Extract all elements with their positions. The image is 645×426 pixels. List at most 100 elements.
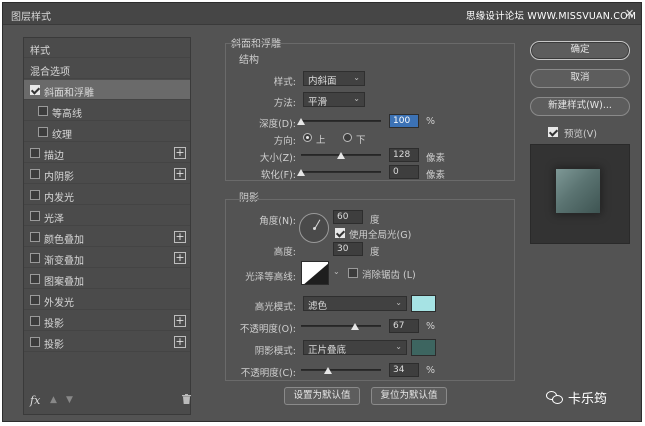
highlight-mode-select[interactable]: 滤色 ⌄	[303, 296, 407, 312]
angle-dial-center	[313, 227, 316, 230]
technique-select[interactable]: 平滑 ⌄	[303, 92, 365, 108]
shadow-mode-select[interactable]: 正片叠底 ⌄	[303, 340, 407, 356]
texture-checkbox[interactable]	[38, 127, 48, 137]
sidebar-item-label: 纹理	[52, 130, 72, 141]
add-inner-shadow-icon[interactable]: +	[174, 168, 186, 180]
soften-slider-track[interactable]	[301, 171, 381, 173]
color-overlay-checkbox[interactable]	[30, 232, 40, 242]
gloss-contour-preview[interactable]	[301, 261, 329, 285]
drop-shadow-2-checkbox[interactable]	[30, 337, 40, 347]
sidebar-item-inner-shadow[interactable]: 内阴影 +	[24, 164, 190, 184]
reset-default-button[interactable]: 复位为默认值	[371, 387, 447, 405]
sidebar-item-label: 斜面和浮雕	[44, 88, 94, 99]
dialog-title: 图层样式	[11, 12, 51, 23]
brand-mark: 卡乐筠	[546, 388, 607, 407]
sidebar-item-bevel-emboss[interactable]: 斜面和浮雕	[24, 80, 190, 100]
structure-title: 结构	[239, 55, 259, 66]
antialias-checkbox[interactable]	[348, 268, 358, 278]
sidebar-item-label: 内发光	[44, 193, 74, 204]
new-style-button[interactable]: 新建样式(W)...	[530, 97, 630, 116]
sidebar-item-label: 光泽	[44, 214, 64, 225]
cancel-button[interactable]: 取消	[530, 69, 630, 88]
global-light-checkbox[interactable]	[335, 228, 345, 238]
contour-checkbox[interactable]	[38, 106, 48, 116]
direction-down-label: 下	[356, 135, 366, 146]
direction-up-radio[interactable]	[303, 133, 312, 142]
direction-up-label: 上	[316, 135, 326, 146]
angle-dial[interactable]	[299, 213, 329, 243]
style-label: 样式:	[273, 77, 296, 88]
style-select[interactable]: 内斜面 ⌄	[303, 71, 365, 87]
highlight-opacity-input[interactable]: 67	[389, 319, 419, 333]
shadow-opacity-track[interactable]	[301, 369, 381, 371]
sidebar-item-outer-glow[interactable]: 外发光	[24, 290, 190, 310]
move-down-icon[interactable]: ▼	[66, 395, 73, 405]
gradient-overlay-checkbox[interactable]	[30, 253, 40, 263]
sidebar-item-pattern-overlay[interactable]: 图案叠加	[24, 269, 190, 289]
depth-slider-track[interactable]	[301, 120, 381, 122]
soften-unit: 像素	[426, 170, 446, 181]
bevel-emboss-checkbox[interactable]	[30, 85, 40, 95]
sidebar-item-drop-shadow-2[interactable]: 投影 +	[24, 332, 190, 352]
antialias-label: 消除锯齿 (L)	[362, 270, 416, 281]
size-input[interactable]: 128	[389, 148, 419, 162]
highlight-opacity-thumb[interactable]	[350, 323, 359, 330]
highlight-opacity-track[interactable]	[301, 325, 381, 327]
sidebar-item-color-overlay[interactable]: 颜色叠加 +	[24, 227, 190, 247]
drop-shadow-checkbox[interactable]	[30, 316, 40, 326]
highlight-color-swatch[interactable]	[411, 295, 436, 312]
soften-input[interactable]: 0	[389, 165, 419, 179]
add-gradient-overlay-icon[interactable]: +	[174, 252, 186, 264]
direction-down-radio[interactable]	[343, 133, 352, 142]
sidebar-item-texture[interactable]: 纹理	[24, 122, 190, 142]
watermark-text: 思缘设计论坛 WWW.MISSVUAN.COM	[466, 11, 637, 22]
add-drop-shadow-2-icon[interactable]: +	[174, 336, 186, 348]
sidebar-item-gradient-overlay[interactable]: 渐变叠加 +	[24, 248, 190, 268]
sidebar-item-contour[interactable]: 等高线	[24, 101, 190, 121]
sidebar-item-satin[interactable]: 光泽	[24, 206, 190, 226]
add-stroke-icon[interactable]: +	[174, 147, 186, 159]
angle-input[interactable]: 60	[333, 210, 363, 224]
highlight-mode-label: 高光模式:	[254, 302, 296, 313]
stroke-checkbox[interactable]	[30, 148, 40, 158]
soften-slider-thumb[interactable]	[297, 169, 305, 176]
sidebar-item-blending-options[interactable]: 混合选项	[24, 59, 190, 79]
add-drop-shadow-icon[interactable]: +	[174, 315, 186, 327]
shadow-opacity-label: 不透明度(C):	[240, 368, 296, 379]
sidebar-item-drop-shadow[interactable]: 投影 +	[24, 311, 190, 331]
shadow-opacity-input[interactable]: 34	[389, 363, 419, 377]
chevron-down-icon[interactable]: ⌄	[333, 267, 340, 276]
sidebar-item-inner-glow[interactable]: 内发光	[24, 185, 190, 205]
satin-checkbox[interactable]	[30, 211, 40, 221]
add-color-overlay-icon[interactable]: +	[174, 231, 186, 243]
preview-checkbox[interactable]	[548, 127, 558, 137]
depth-input[interactable]: 100	[389, 114, 419, 128]
preview-label: 预览(V)	[564, 129, 597, 140]
gloss-contour-label: 光泽等高线:	[245, 272, 296, 283]
trash-icon[interactable]	[182, 394, 191, 407]
direction-label: 方向:	[273, 136, 296, 147]
chevron-down-icon: ⌄	[395, 342, 402, 351]
pattern-overlay-checkbox[interactable]	[30, 274, 40, 284]
move-up-icon[interactable]: ▲	[50, 395, 57, 405]
highlight-mode-value: 滤色	[308, 301, 328, 312]
ok-button[interactable]: 确定	[530, 41, 630, 60]
depth-unit: %	[426, 116, 436, 127]
close-icon[interactable]: ✕	[625, 7, 634, 20]
inner-shadow-checkbox[interactable]	[30, 169, 40, 179]
depth-slider-thumb[interactable]	[297, 118, 305, 125]
shadow-opacity-thumb[interactable]	[324, 367, 333, 374]
shadow-color-swatch[interactable]	[411, 339, 436, 356]
altitude-input[interactable]: 30	[333, 242, 363, 256]
sidebar-item-label: 投影	[44, 319, 64, 330]
inner-glow-checkbox[interactable]	[30, 190, 40, 200]
size-slider-thumb[interactable]	[337, 152, 345, 159]
sidebar-item-styles[interactable]: 样式	[24, 38, 190, 58]
outer-glow-checkbox[interactable]	[30, 295, 40, 305]
fx-icon[interactable]: fx	[30, 394, 40, 407]
sidebar-item-stroke[interactable]: 描边 +	[24, 143, 190, 163]
sidebar-item-label: 混合选项	[30, 67, 70, 78]
style-select-value: 内斜面	[308, 76, 337, 87]
angle-unit: 度	[370, 215, 380, 226]
make-default-button[interactable]: 设置为默认值	[284, 387, 360, 405]
